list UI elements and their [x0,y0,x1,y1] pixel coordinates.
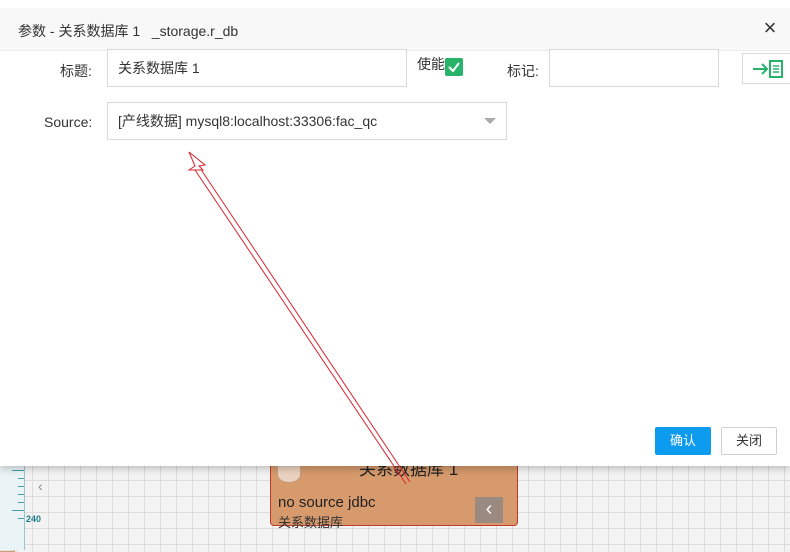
vertical-ruler [0,466,25,550]
mark-input[interactable] [549,49,719,87]
title-input[interactable]: 关系数据库 1 [107,49,407,87]
chevron-down-icon[interactable] [484,118,496,124]
import-icon [753,60,783,78]
dialog-title: 参数 - 关系数据库 1 _storage.r_db [18,23,239,39]
enable-label: 使能 [417,56,445,72]
enable-checkbox[interactable] [445,58,463,76]
import-button[interactable] [742,53,790,84]
cancel-button[interactable]: 关闭 [721,427,777,455]
confirm-button[interactable]: 确认 [655,427,711,455]
ruler-tick-label: 240 [26,514,42,524]
check-icon [448,62,460,73]
node-status: no source jdbc [278,494,376,511]
mark-label: 标记: [507,63,539,79]
collapse-button[interactable]: ‹ [475,497,503,523]
chevron-left-icon: ‹ [485,498,493,520]
dialog-header: 参数 - 关系数据库 1 _storage.r_db × [0,8,790,51]
source-select[interactable]: [产线数据] mysql8:localhost:33306:fac_qc [107,102,507,140]
chevron-left-icon: ‹ [38,478,43,494]
close-icon[interactable]: × [760,17,780,39]
node-type: 关系数据库 [278,515,344,530]
source-label: Source: [44,114,93,130]
source-value: [产线数据] mysql8:localhost:33306:fac_qc [118,113,378,129]
title-label: 标题: [60,63,92,79]
parameter-dialog: 参数 - 关系数据库 1 _storage.r_db × 标题: 关系数据库 1… [0,0,790,466]
